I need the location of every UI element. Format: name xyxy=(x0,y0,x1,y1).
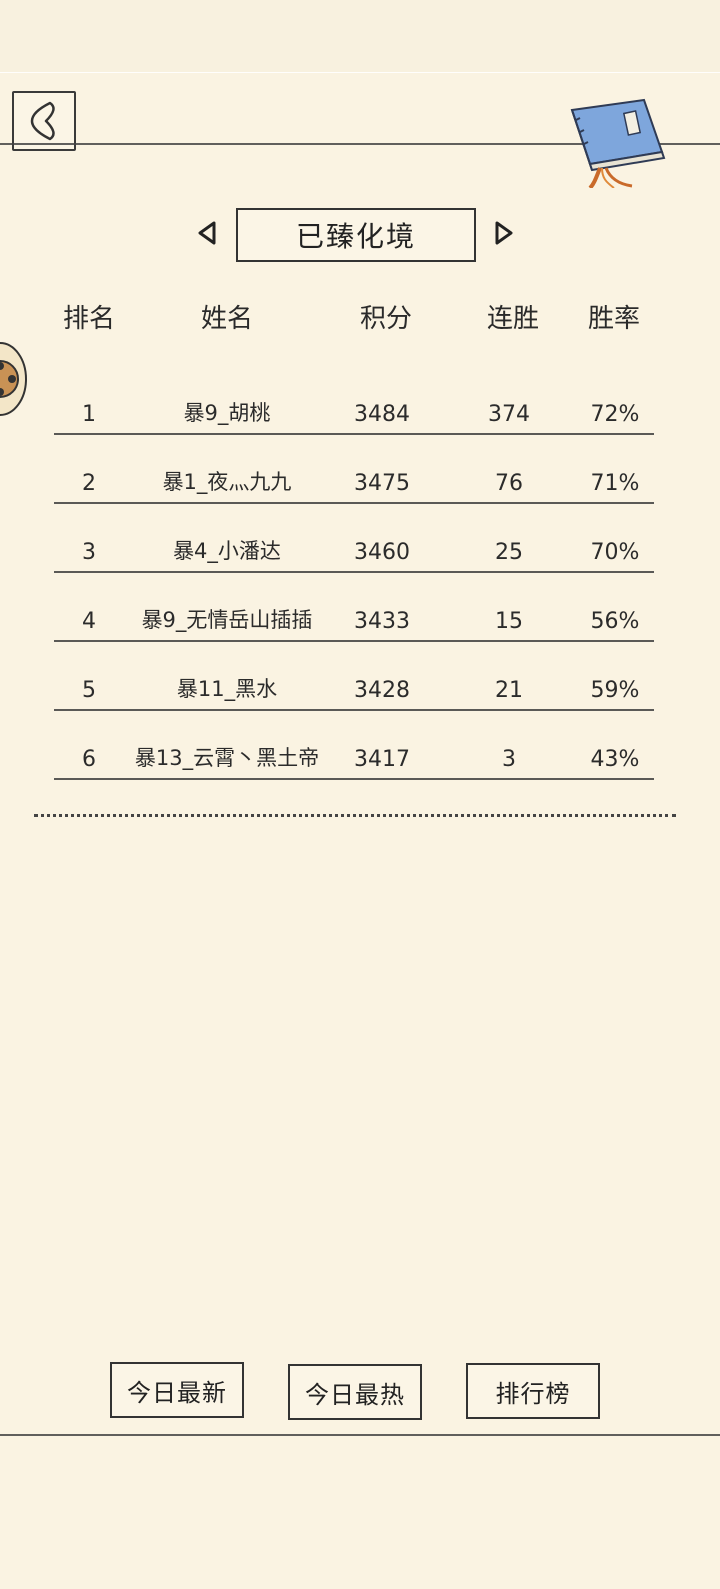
score-cell: 3417 xyxy=(354,746,410,772)
rate-cell: 71% xyxy=(590,470,640,496)
table-row[interactable]: 3 暴4_小潘达 3460 25 70% xyxy=(54,504,654,573)
name-cell: 暴13_云霄丶黑土帝 xyxy=(134,745,320,770)
rank-cell: 3 xyxy=(82,539,96,565)
name-cell: 暴1_夜灬九九 xyxy=(162,469,292,494)
rank-cell: 5 xyxy=(82,677,96,703)
table-row[interactable]: 2 暴1_夜灬九九 3475 76 71% xyxy=(54,435,654,504)
name-cell: 暴9_胡桃 xyxy=(183,400,271,425)
rank-cell: 4 xyxy=(82,608,96,634)
table-row[interactable]: 6 暴13_云霄丶黑土帝 3417 3 43% xyxy=(54,711,654,780)
rate-cell: 72% xyxy=(590,401,640,427)
streak-cell: 21 xyxy=(495,677,523,703)
today-hot-button[interactable]: 今日最热 xyxy=(288,1364,422,1420)
table-header: 排名 姓名 积分 连胜 胜率 xyxy=(54,290,654,346)
score-cell: 3475 xyxy=(354,470,410,496)
column-header-rank: 排名 xyxy=(62,304,116,334)
leaderboard-table: 排名 姓名 积分 连胜 胜率 1 暴9_胡桃 3484 374 72% 2 暴1… xyxy=(54,290,654,780)
row-divider xyxy=(54,778,654,780)
name-cell: 暴9_无情岳山插插 xyxy=(141,607,313,632)
table-row[interactable]: 1 暴9_胡桃 3484 374 72% xyxy=(54,366,654,435)
divider xyxy=(0,72,720,73)
today-new-button[interactable]: 今日最新 xyxy=(110,1362,244,1418)
rank-cell: 2 xyxy=(82,470,96,496)
prev-category-button[interactable] xyxy=(191,215,223,251)
rate-cell: 59% xyxy=(590,677,640,703)
rate-cell: 56% xyxy=(590,608,640,634)
side-avatar-badge[interactable] xyxy=(0,340,28,418)
score-cell: 3460 xyxy=(354,539,410,565)
score-cell: 3428 xyxy=(354,677,410,703)
name-cell: 暴11_黑水 xyxy=(176,676,278,701)
table-row[interactable]: 5 暴11_黑水 3428 21 59% xyxy=(54,642,654,711)
back-button[interactable] xyxy=(12,91,76,151)
category-title: 已臻化境 xyxy=(236,208,476,262)
back-chevron-icon xyxy=(30,101,55,141)
streak-cell: 15 xyxy=(495,608,523,634)
triangle-left-icon xyxy=(198,221,216,245)
streak-cell: 374 xyxy=(488,401,530,427)
streak-cell: 3 xyxy=(502,746,516,772)
name-cell: 暴4_小潘达 xyxy=(173,538,281,563)
table-row[interactable]: 4 暴9_无情岳山插插 3433 15 56% xyxy=(54,573,654,642)
dotted-separator xyxy=(34,814,676,817)
rank-cell: 1 xyxy=(82,401,96,427)
column-header-score: 积分 xyxy=(359,304,413,334)
book-icon[interactable] xyxy=(566,96,676,190)
leaderboard-button[interactable]: 排行榜 xyxy=(466,1363,600,1419)
column-header-rate: 胜率 xyxy=(587,304,641,334)
rate-cell: 70% xyxy=(590,539,640,565)
column-header-streak: 连胜 xyxy=(486,304,540,334)
score-cell: 3433 xyxy=(354,608,410,634)
streak-cell: 25 xyxy=(495,539,523,565)
next-category-button[interactable] xyxy=(488,215,520,251)
score-cell: 3484 xyxy=(354,401,410,427)
status-area xyxy=(0,0,720,72)
rate-cell: 43% xyxy=(590,746,640,772)
rank-cell: 6 xyxy=(82,746,96,772)
triangle-right-icon xyxy=(495,221,513,245)
column-header-name: 姓名 xyxy=(200,304,254,334)
footer-divider xyxy=(0,1434,720,1436)
streak-cell: 76 xyxy=(495,470,523,496)
